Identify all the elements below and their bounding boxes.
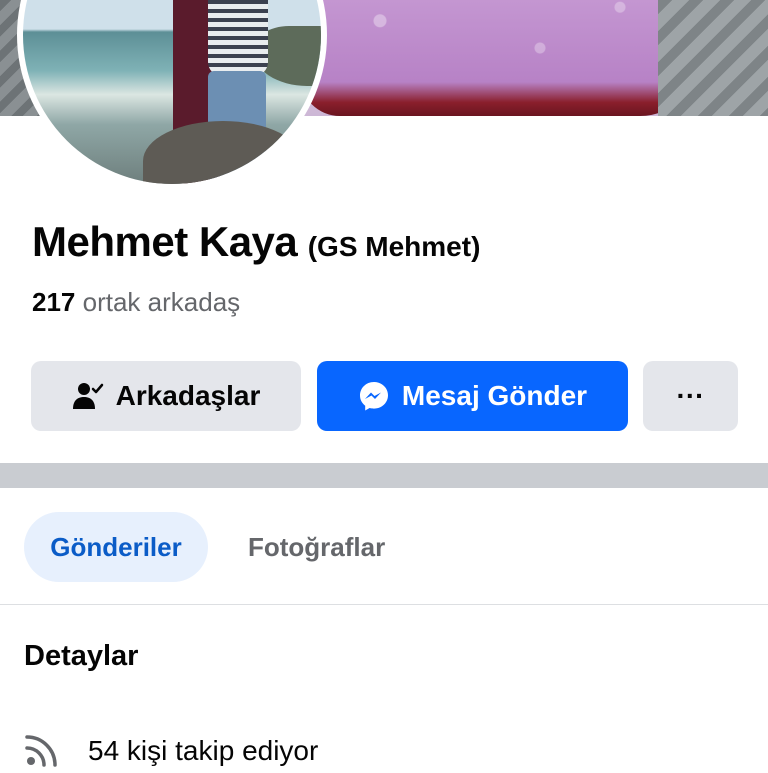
tabs-separator (0, 604, 768, 605)
profile-name-row: Mehmet Kaya (GS Mehmet) (32, 218, 480, 266)
tab-posts[interactable]: Gönderiler (24, 512, 208, 582)
mutual-friends-count: 217 (32, 287, 76, 317)
messenger-icon (358, 380, 390, 412)
send-message-button[interactable]: Mesaj Gönder (317, 361, 628, 431)
mutual-friends[interactable]: 217 ortak arkadaş (32, 287, 240, 318)
profile-avatar[interactable] (17, 0, 327, 190)
friends-button-label: Arkadaşlar (115, 380, 261, 411)
rss-icon (24, 728, 64, 773)
tab-photos[interactable]: Fotoğraflar (248, 512, 385, 582)
send-message-label: Mesaj Gönder (401, 380, 588, 411)
details-heading: Detaylar (24, 640, 139, 672)
followers-detail[interactable]: 54 kişi takip ediyor (24, 728, 318, 773)
more-options-button[interactable]: ··· (643, 361, 738, 431)
friends-check-icon (72, 381, 104, 411)
avatar-rock (143, 121, 303, 184)
cover-dress (300, 0, 700, 116)
avatar-photo (23, 0, 321, 184)
followers-text: 54 kişi takip ediyor (88, 734, 319, 766)
avatar-person-2 (208, 0, 268, 76)
friends-button[interactable]: Arkadaşlar (31, 361, 301, 431)
section-divider (0, 463, 768, 488)
cover-pavement-right (658, 0, 768, 116)
mutual-friends-label: ortak arkadaş (82, 287, 241, 317)
profile-alias: (GS Mehmet) (307, 231, 481, 262)
more-icon: ··· (676, 380, 705, 411)
profile-name: Mehmet Kaya (32, 218, 298, 265)
